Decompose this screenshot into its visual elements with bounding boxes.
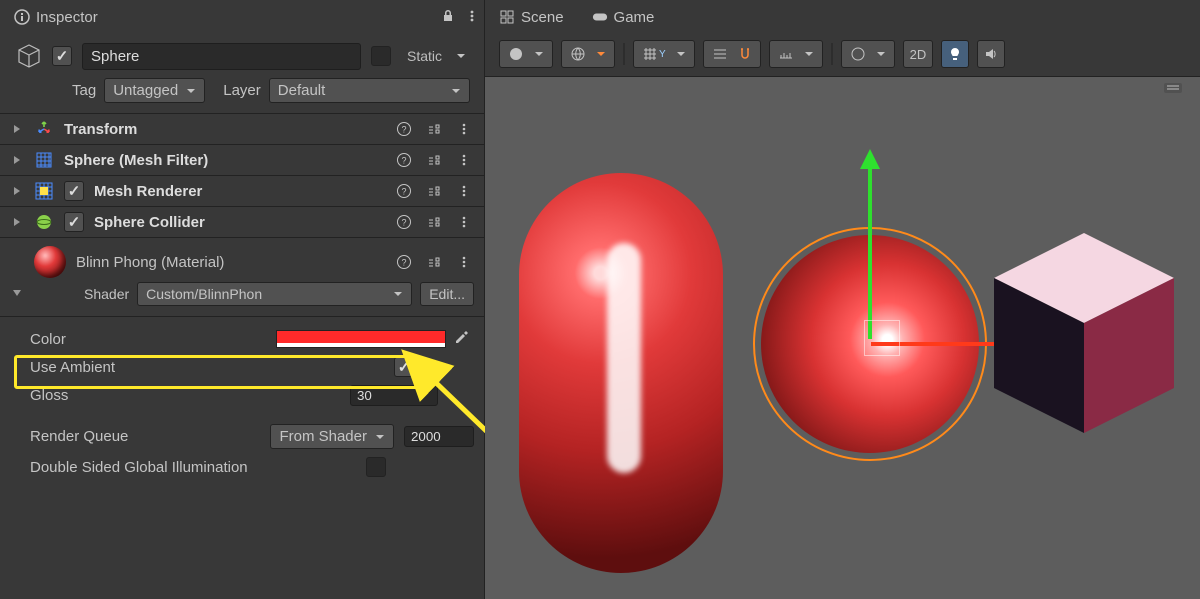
layer-dropdown[interactable]: Default [269,78,470,103]
inspector-tabs: Inspector [0,0,484,32]
svg-text:?: ? [401,125,406,135]
gameobject-icon [14,42,42,70]
skybox-toggle-button[interactable] [841,40,895,68]
eyedropper-icon[interactable] [454,329,474,349]
scene-tabs: Scene Game [485,0,1200,32]
gizmo-y-axis[interactable] [868,167,872,339]
layer-label: Layer [223,82,261,99]
gloss-property: Gloss [30,381,474,410]
tag-dropdown[interactable]: Untagged [104,78,205,103]
preset-icon[interactable] [424,119,444,139]
help-icon[interactable]: ? [394,181,414,201]
color-property: Color [30,325,474,353]
tab-game[interactable]: Game [578,1,669,32]
mesh-filter-component: Sphere (Mesh Filter) ? [0,144,484,175]
scene-capsule-object[interactable] [519,173,723,573]
kebab-icon[interactable] [454,119,474,139]
scene-icon [499,9,515,25]
kebab-icon[interactable] [454,150,474,170]
audio-toggle-button[interactable] [977,40,1005,68]
foldout-icon[interactable] [10,153,24,167]
draw-mode-button[interactable] [561,40,615,68]
preset-icon[interactable] [424,150,444,170]
tab-scene[interactable]: Scene [485,1,578,32]
gloss-input[interactable] [350,385,438,406]
2d-toggle-button[interactable]: 2D [903,40,934,68]
shader-dropdown[interactable]: Custom/BlinnPhon [137,282,412,306]
kebab-icon[interactable] [454,181,474,201]
help-icon[interactable]: ? [394,252,414,272]
use-ambient-property: Use Ambient [30,353,474,381]
static-label: Static [407,48,442,64]
mesh-renderer-component: Mesh Renderer ? [0,175,484,206]
viewport-grip-icon[interactable] [1164,83,1182,93]
foldout-icon[interactable] [10,215,24,229]
edit-button[interactable]: Edit... [420,282,474,306]
preset-icon[interactable] [424,181,444,201]
tab-label: Inspector [36,9,98,26]
foldout-icon[interactable] [10,184,24,198]
render-queue-dropdown[interactable]: From Shader [270,424,394,449]
tag-label: Tag [72,82,96,99]
active-checkbox[interactable] [52,46,72,66]
toolbar-separator [831,43,833,65]
info-icon [14,9,30,25]
help-icon[interactable]: ? [394,212,414,232]
tab-inspector[interactable]: Inspector [0,1,112,32]
foldout-icon[interactable] [10,122,24,136]
scene-cube-object[interactable] [984,223,1184,423]
scene-sphere-object[interactable] [753,227,987,461]
color-swatch[interactable] [276,330,446,348]
sphere-collider-icon [34,212,54,232]
svg-text:?: ? [401,187,406,197]
lighting-toggle-button[interactable] [941,40,969,68]
lock-icon[interactable] [436,4,460,28]
double-sided-gi-property: Double Sided Global Illumination [30,453,474,481]
use-ambient-checkbox[interactable] [394,357,414,377]
material-preview-icon [34,246,66,278]
transform-component: Transform ? [0,113,484,144]
kebab-icon[interactable] [460,4,484,28]
enable-checkbox[interactable] [64,181,84,201]
kebab-icon[interactable] [454,212,474,232]
enable-checkbox[interactable] [64,212,84,232]
material-foldout-icon[interactable] [10,286,24,300]
help-icon[interactable]: ? [394,150,414,170]
game-icon [592,9,608,25]
help-icon[interactable]: ? [394,119,414,139]
scene-viewport[interactable] [485,77,1200,599]
material-header: Blinn Phong (Material) ? [0,237,484,282]
grid-y-button[interactable]: Y [633,40,695,68]
svg-text:?: ? [401,218,406,228]
kebab-icon[interactable] [454,252,474,272]
shading-mode-button[interactable] [499,40,553,68]
toolbar-separator [623,43,625,65]
snap-button[interactable] [703,40,761,68]
double-sided-checkbox[interactable] [366,457,386,477]
sphere-collider-component: Sphere Collider ? [0,206,484,237]
object-name-input[interactable] [82,43,361,70]
preset-icon[interactable] [424,212,444,232]
mesh-filter-icon [34,150,54,170]
svg-text:?: ? [401,258,406,268]
shader-label: Shader [84,286,129,302]
static-dropdown-icon[interactable] [452,47,470,65]
increment-snap-button[interactable] [769,40,823,68]
static-checkbox[interactable] [371,46,391,66]
gizmo-plane-handle[interactable] [864,320,900,356]
transform-icon [34,119,54,139]
scene-toolbar: Y 2D [485,32,1200,77]
svg-text:?: ? [401,156,406,166]
render-queue-input[interactable] [404,426,474,447]
mesh-renderer-icon [34,181,54,201]
render-queue-label: Render Queue [30,428,128,445]
preset-icon[interactable] [424,252,444,272]
